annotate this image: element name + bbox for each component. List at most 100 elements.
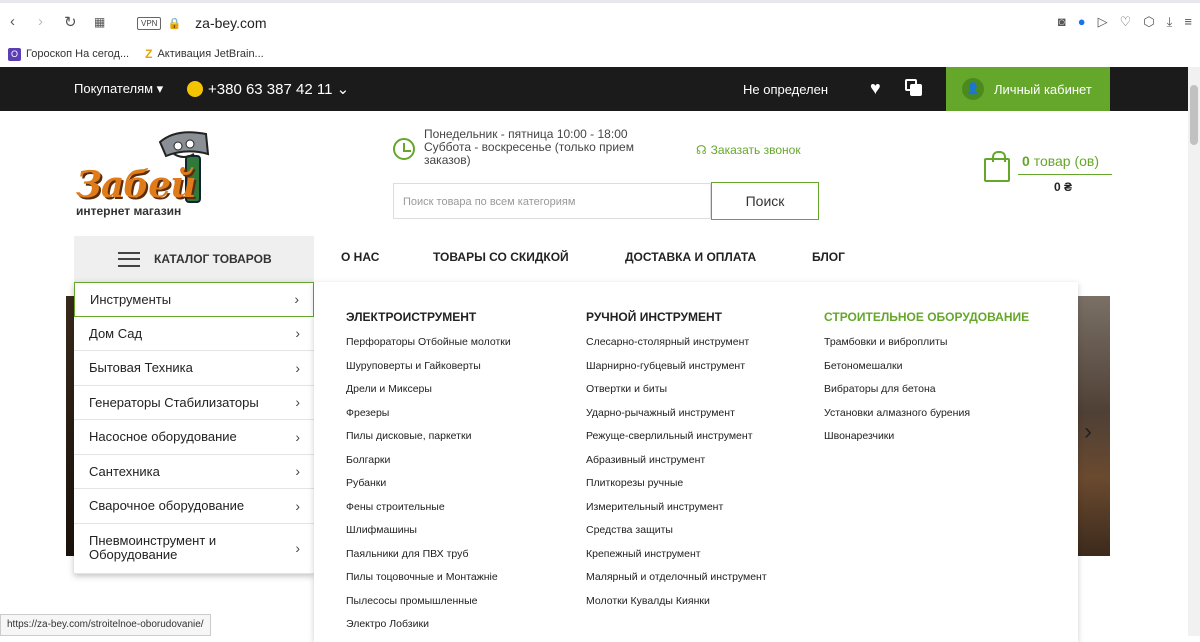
- submenu-link[interactable]: Абразивный инструмент: [586, 454, 767, 478]
- category-welding[interactable]: Сварочное оборудование ›: [74, 489, 314, 524]
- category-label: Пневмоинструмент и Оборудование: [89, 533, 217, 562]
- page-scrollbar[interactable]: [1188, 67, 1200, 636]
- send-icon[interactable]: ▷: [1098, 14, 1108, 30]
- download-icon[interactable]: ⤓: [1167, 14, 1173, 30]
- submenu-link[interactable]: Шарнирно-губцевый инструмент: [586, 360, 767, 384]
- lock-icon: 🔒: [167, 17, 182, 30]
- bookmarks-bar: O Гороскоп На сегод... Z Активация JetBr…: [0, 41, 1200, 67]
- catalog-dropdown: Инструменты › Дом Сад › Бытовая Техника › Г…: [74, 282, 314, 574]
- submenu-link[interactable]: Средства защиты: [586, 524, 767, 548]
- submenu-link[interactable]: Перфораторы Отбойные молотки: [346, 336, 511, 360]
- category-tools[interactable]: Инструменты ›: [74, 282, 314, 317]
- submenu-link[interactable]: Измерительный инструмент: [586, 501, 767, 525]
- submenu-link[interactable]: Пилы тоцовочные и Монтажніе: [346, 571, 511, 595]
- cart-widget[interactable]: 0 товар (ов) 0 ₴: [984, 151, 1112, 200]
- chevron-right-icon: ›: [295, 394, 300, 411]
- city-selector[interactable]: Не определен: [743, 82, 828, 97]
- submenu-link[interactable]: Установки алмазного бурения: [824, 407, 1029, 431]
- submenu-link[interactable]: Плиткорезы ручные: [586, 477, 767, 501]
- category-pneumatic[interactable]: Пневмоинструмент и Оборудование ›: [74, 524, 314, 574]
- column-title[interactable]: РУЧНОЙ ИНСТРУМЕНТ: [586, 310, 767, 324]
- account-button[interactable]: 👤 Личный кабинет: [946, 67, 1110, 111]
- slider-next-icon[interactable]: ›: [1084, 418, 1092, 446]
- site-logo[interactable]: Забей интернет магазин: [74, 124, 234, 220]
- callback-link[interactable]: ☊ Заказать звонок: [696, 143, 801, 157]
- submenu-link[interactable]: Ударно-рычажный инструмент: [586, 407, 767, 431]
- account-label: Личный кабинет: [994, 81, 1092, 97]
- camera-icon[interactable]: ◙: [1058, 14, 1066, 30]
- wishlist-icon[interactable]: ♥: [870, 78, 881, 99]
- logo-wordmark: Забей: [76, 164, 196, 206]
- category-label: Бытовая Техника: [89, 360, 193, 376]
- browser-actions: ◙ ● ▷ ♡ ⬡ ⤓ ≡: [1058, 14, 1192, 30]
- status-bar-url: https://za-bey.com/stroitelnoe-oborudova…: [0, 614, 211, 636]
- submenu-link[interactable]: Дрели и Миксеры: [346, 383, 511, 407]
- submenu-link[interactable]: Швонарезчики: [824, 430, 1029, 454]
- submenu-link[interactable]: Крепежный инструмент: [586, 548, 767, 572]
- submenu-link[interactable]: Электро Лобзики: [346, 618, 511, 642]
- cart-total: 0 ₴: [1054, 180, 1073, 194]
- submenu-link[interactable]: Пылесосы промышленные: [346, 595, 511, 619]
- submenu-link[interactable]: Шлифмашины: [346, 524, 511, 548]
- submenu-link[interactable]: Фены строительные: [346, 501, 511, 525]
- reload-icon[interactable]: ↻: [64, 13, 77, 31]
- column-construction-equipment: СТРОИТЕЛЬНОЕ ОБОРУДОВАНИЕ Трамбовки и ви…: [824, 310, 1029, 454]
- bookmark-jetbrains[interactable]: Z Активация JetBrain...: [145, 47, 264, 61]
- catalog-button[interactable]: КАТАЛОГ ТОВАРОВ: [74, 236, 314, 282]
- search-input[interactable]: Поиск товара по всем категориям: [393, 183, 711, 219]
- category-label: Насосное оборудование: [89, 429, 237, 445]
- mega-menu-panel: ЭЛЕКТРОИСТРУМЕНТ Перфораторы Отбойные мо…: [314, 282, 1078, 642]
- operator-icon: [187, 81, 203, 97]
- category-pumps[interactable]: Насосное оборудование ›: [74, 420, 314, 455]
- category-home-garden[interactable]: Дом Сад ›: [74, 317, 314, 351]
- schedule-text: Понедельник - пятница 10:00 - 18:00 Субб…: [424, 128, 664, 167]
- category-generators[interactable]: Генераторы Стабилизаторы ›: [74, 386, 314, 420]
- submenu-link[interactable]: Шуруповерты и Гайковерты: [346, 360, 511, 384]
- compare-icon[interactable]: [905, 79, 923, 97]
- submenu-link[interactable]: Рубанки: [346, 477, 511, 501]
- work-schedule: Понедельник - пятница 10:00 - 18:00 Субб…: [393, 128, 664, 167]
- submenu-link[interactable]: Паяльники для ПВХ труб: [346, 548, 511, 572]
- shopping-bag-icon: [984, 151, 1010, 182]
- tabs-grid-icon[interactable]: ▦: [94, 15, 105, 29]
- nav-delivery[interactable]: ДОСТАВКА И ОПЛАТА: [625, 250, 756, 264]
- cart-divider: [1018, 174, 1112, 175]
- submenu-link[interactable]: Бетономешалки: [824, 360, 1029, 384]
- forward-icon[interactable]: ›: [38, 13, 43, 30]
- submenu-link[interactable]: Болгарки: [346, 454, 511, 478]
- phone-dropdown[interactable]: +380 63 387 42 11 ⌄: [187, 80, 349, 98]
- shield-icon[interactable]: ●: [1078, 14, 1086, 30]
- nav-discounts[interactable]: ТОВАРЫ СО СКИДКОЙ: [433, 250, 569, 264]
- submenu-link[interactable]: Пилы дисковые, паркетки: [346, 430, 511, 454]
- category-label: Сварочное оборудование: [89, 498, 245, 514]
- address-bar[interactable]: VPN 🔒 za-bey.com: [137, 12, 266, 34]
- submenu-link[interactable]: Малярный и отделочный инструмент: [586, 571, 767, 595]
- schedule-weekend: Суббота - воскресенье (только прием зака…: [424, 140, 634, 167]
- submenu-link[interactable]: Трамбовки и виброплиты: [824, 336, 1029, 360]
- category-plumbing[interactable]: Сантехника ›: [74, 455, 314, 489]
- back-icon[interactable]: ‹: [10, 13, 15, 30]
- category-appliances[interactable]: Бытовая Техника ›: [74, 351, 314, 386]
- vpn-badge[interactable]: VPN: [137, 16, 162, 30]
- nav-blog[interactable]: БЛОГ: [812, 250, 845, 264]
- heart-icon[interactable]: ♡: [1120, 14, 1132, 30]
- search-button[interactable]: Поиск: [711, 182, 819, 220]
- buyers-menu[interactable]: Покупателям ▾: [74, 81, 163, 97]
- submenu-link[interactable]: Молотки Кувалды Киянки: [586, 595, 767, 619]
- column-title[interactable]: ЭЛЕКТРОИСТРУМЕНТ: [346, 310, 511, 324]
- url-text[interactable]: za-bey.com: [195, 15, 266, 31]
- bookmark-horoscope[interactable]: O Гороскоп На сегод...: [8, 47, 130, 61]
- nav-about[interactable]: О НАС: [341, 250, 379, 264]
- category-label: Инструменты: [90, 291, 172, 307]
- bookmark-label: Гороскоп На сегод...: [26, 48, 130, 60]
- submenu-link[interactable]: Вибраторы для бетона: [824, 383, 1029, 407]
- scroll-thumb[interactable]: [1190, 85, 1198, 145]
- column-title[interactable]: СТРОИТЕЛЬНОЕ ОБОРУДОВАНИЕ: [824, 310, 1029, 324]
- submenu-link[interactable]: Отвертки и биты: [586, 383, 767, 407]
- box-icon[interactable]: ⬡: [1143, 14, 1154, 30]
- submenu-link[interactable]: Режуще-сверлильный инструмент: [586, 430, 767, 454]
- submenu-link[interactable]: Фрезеры: [346, 407, 511, 431]
- chevron-right-icon: ›: [295, 325, 300, 342]
- menu-icon[interactable]: ≡: [1184, 14, 1192, 30]
- submenu-link[interactable]: Слесарно-столярный инструмент: [586, 336, 767, 360]
